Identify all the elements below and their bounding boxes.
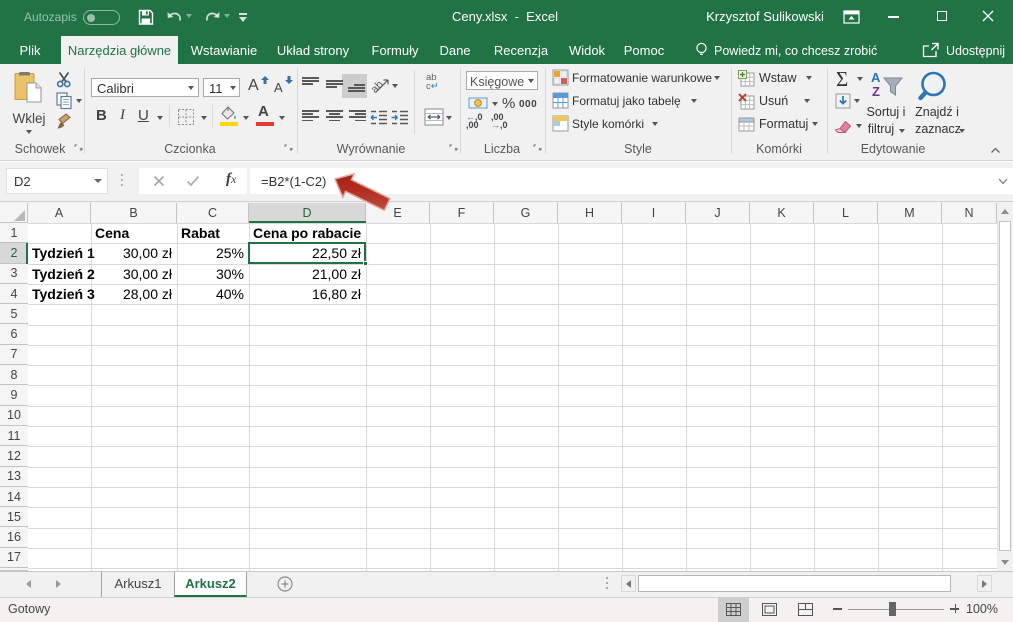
svg-text:ab: ab	[372, 79, 386, 96]
